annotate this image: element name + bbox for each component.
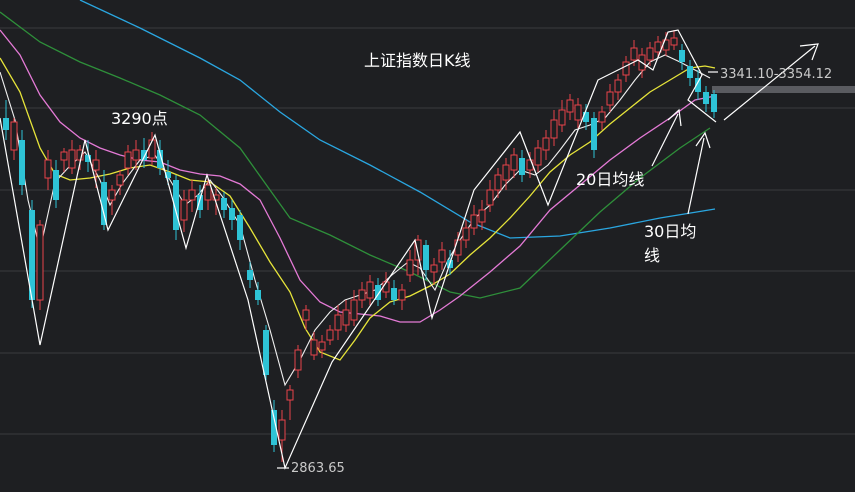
- candle-body: [44, 159, 52, 179]
- candle-body: [148, 139, 156, 159]
- candle-body: [519, 158, 525, 175]
- candle-body: [326, 329, 334, 341]
- candle-body: [598, 111, 606, 123]
- candle-body: [454, 239, 462, 256]
- candle-body: [646, 47, 654, 61]
- candle-body: [711, 94, 717, 112]
- candle-body: [310, 339, 318, 356]
- annotation-ma20: 20日均线: [576, 170, 644, 189]
- candle-body: [591, 118, 597, 150]
- candle-body: [510, 154, 518, 171]
- candle-body: [108, 189, 116, 201]
- candle-body: [622, 61, 630, 76]
- candle-body: [237, 215, 243, 240]
- candle-body: [606, 91, 614, 106]
- candle-body: [318, 341, 326, 351]
- candle-body: [391, 288, 397, 300]
- candle-body: [703, 92, 709, 104]
- candle-body: [247, 270, 253, 280]
- candle-body: [53, 170, 59, 200]
- annotation-ma30-line2: 线: [644, 246, 660, 265]
- candle-body: [221, 198, 227, 210]
- candle-body: [101, 182, 107, 225]
- candle-body: [334, 314, 342, 331]
- annotation-range: 3341.10-3354.12: [720, 67, 832, 82]
- candle-body: [670, 37, 678, 46]
- candle-body: [188, 189, 196, 201]
- candle-body: [687, 66, 693, 78]
- candle-body: [366, 281, 374, 299]
- candle-body: [68, 149, 76, 169]
- candle-body: [180, 199, 188, 221]
- chart-title: 上证指数日K线: [364, 51, 471, 70]
- kline-chart: 上证指数日K线 3290点 20日均线 30日均 线 2863.65 3341.…: [0, 0, 855, 492]
- candle-body: [10, 121, 18, 151]
- candle-body: [486, 189, 494, 206]
- candle-body: [263, 330, 269, 375]
- candle-body: [350, 299, 358, 321]
- candle-body: [438, 249, 446, 263]
- candle-body: [132, 149, 140, 161]
- candle-body: [255, 290, 261, 300]
- candle-body: [278, 419, 286, 441]
- candle-body: [60, 151, 68, 161]
- candle-body: [302, 309, 310, 321]
- candle-body: [614, 79, 622, 93]
- candle-body: [286, 389, 294, 401]
- candle-body: [574, 104, 582, 121]
- candle-body: [566, 99, 574, 113]
- candle-body: [124, 151, 132, 169]
- candle-body: [342, 309, 350, 326]
- candle-body: [19, 140, 25, 185]
- candle-body: [494, 174, 502, 191]
- candle-body: [423, 245, 429, 270]
- annotation-3290: 3290点: [111, 109, 168, 128]
- candle-body: [36, 224, 44, 301]
- candle-body: [294, 349, 302, 371]
- candle-body: [462, 227, 470, 241]
- candle-body: [358, 289, 366, 301]
- candle-body: [398, 289, 406, 301]
- candle-body: [92, 159, 100, 171]
- annotation-ma30-line1: 30日均: [644, 222, 696, 241]
- candle-body: [630, 47, 638, 61]
- candle-body: [204, 184, 212, 201]
- candle-body: [534, 147, 542, 166]
- candle-body: [583, 112, 589, 122]
- current-price-band: [712, 86, 855, 93]
- candle-body: [3, 118, 9, 130]
- annotation-low: 2863.65: [291, 461, 345, 476]
- candle-body: [406, 259, 414, 276]
- candle-body: [550, 119, 558, 139]
- candle-body: [478, 209, 486, 223]
- candle-body: [679, 50, 685, 62]
- candle-body: [470, 214, 478, 229]
- candle-body: [430, 264, 438, 273]
- candle-body: [542, 137, 550, 151]
- candle-body: [502, 164, 510, 181]
- candle-body: [229, 208, 235, 220]
- candle-body: [558, 109, 566, 126]
- candle-body: [116, 174, 124, 186]
